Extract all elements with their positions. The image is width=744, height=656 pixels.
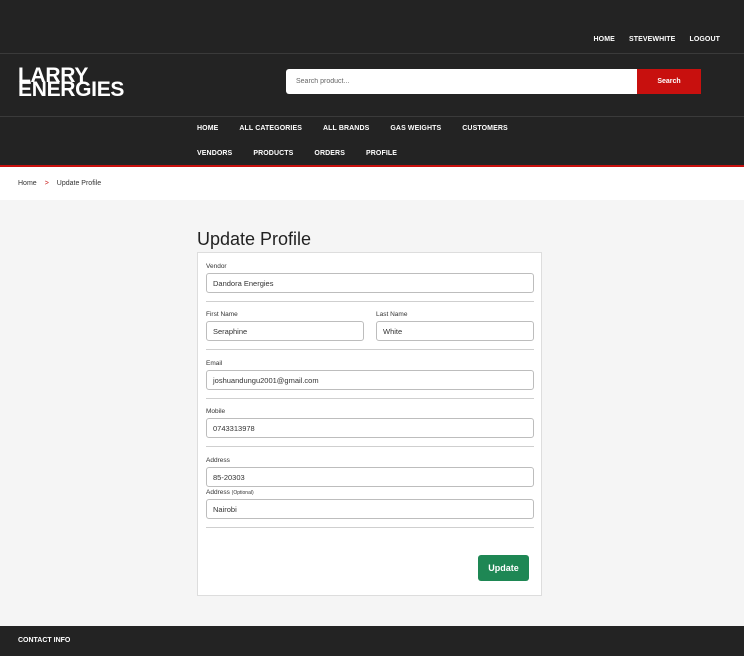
top-link-account[interactable]: STEVEWHITE xyxy=(629,36,676,43)
search-input[interactable] xyxy=(286,69,637,94)
logo[interactable]: LARRY ENERGIES xyxy=(18,65,125,101)
nav-item-orders[interactable]: ORDERS xyxy=(314,150,345,157)
top-link-home[interactable]: HOME xyxy=(594,36,615,43)
nav-item-all-categories[interactable]: ALL CATEGORIES xyxy=(239,125,302,132)
top-bar: HOME STEVEWHITE LOGOUT xyxy=(0,0,744,54)
breadcrumb: Home > Update Profile xyxy=(0,167,744,200)
update-button[interactable]: Update xyxy=(478,555,529,581)
last-name-label: Last Name xyxy=(376,311,408,318)
mobile-label: Mobile xyxy=(206,408,226,415)
nav-item-vendors[interactable]: VENDORS xyxy=(197,150,232,157)
last-name-field[interactable]: White xyxy=(376,321,534,341)
main-nav: HOME ALL CATEGORIES ALL BRANDS GAS WEIGH… xyxy=(0,117,744,167)
first-name-label: First Name xyxy=(206,311,238,318)
divider xyxy=(206,527,534,528)
breadcrumb-trail: Home > Update Profile xyxy=(18,180,101,187)
address2-optional-hint: (Optional) xyxy=(231,490,254,496)
address2-label-text: Address xyxy=(206,489,230,496)
vendor-field[interactable]: Dandora Energies xyxy=(206,273,534,293)
page-title: Update Profile xyxy=(197,229,312,249)
address2-label: Address (Optional) xyxy=(206,489,254,496)
nav-item-all-brands[interactable]: ALL BRANDS xyxy=(323,125,369,132)
divider xyxy=(206,301,534,302)
breadcrumb-current: Update Profile xyxy=(56,180,102,187)
nav-item-products[interactable]: PRODUCTS xyxy=(253,150,293,157)
nav-row-1: HOME ALL CATEGORIES ALL BRANDS GAS WEIGH… xyxy=(197,125,508,132)
divider xyxy=(206,398,534,399)
top-links: HOME STEVEWHITE LOGOUT xyxy=(594,36,720,43)
nav-item-customers[interactable]: CUSTOMERS xyxy=(462,125,508,132)
mobile-field[interactable]: 0743313978 xyxy=(206,418,534,438)
first-name-field[interactable]: Seraphine xyxy=(206,321,364,341)
address-label: Address xyxy=(206,457,230,464)
address-field[interactable]: 85-20303 xyxy=(206,467,534,487)
nav-item-home[interactable]: HOME xyxy=(197,125,218,132)
nav-row-2: VENDORS PRODUCTS ORDERS PROFILE xyxy=(197,150,397,157)
footer-contact-info: CONTACT INFO xyxy=(18,637,71,644)
divider xyxy=(206,349,534,350)
address2-field[interactable]: Nairobi xyxy=(206,499,534,519)
logo-line-2: ENERGIES xyxy=(18,78,125,101)
site-header: LARRY ENERGIES Search xyxy=(0,54,744,117)
search-bar: Search xyxy=(286,69,701,94)
breadcrumb-separator: > xyxy=(44,180,49,187)
profile-form: Vendor Dandora Energies First Name Serap… xyxy=(197,252,542,596)
top-link-logout[interactable]: LOGOUT xyxy=(689,36,720,43)
nav-item-profile[interactable]: PROFILE xyxy=(366,150,397,157)
footer: CONTACT INFO xyxy=(0,626,744,656)
email-field[interactable]: joshuandungu2001@gmail.com xyxy=(206,370,534,390)
divider xyxy=(206,446,534,447)
email-label: Email xyxy=(206,360,223,367)
breadcrumb-home[interactable]: Home xyxy=(18,180,37,187)
nav-item-gas-weights[interactable]: GAS WEIGHTS xyxy=(390,125,441,132)
search-button[interactable]: Search xyxy=(637,69,701,94)
vendor-label: Vendor xyxy=(206,263,227,270)
